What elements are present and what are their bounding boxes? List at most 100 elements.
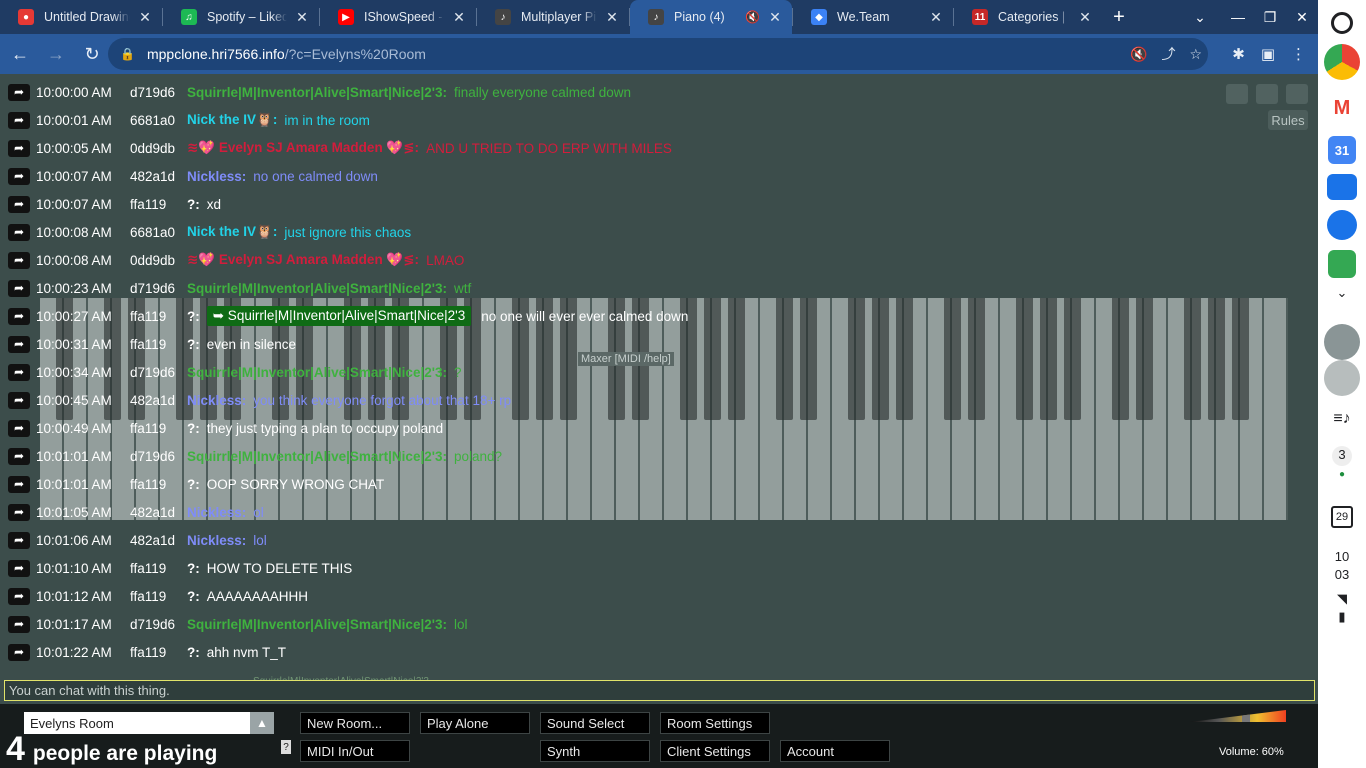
play-alone-button[interactable]: Play Alone [420,712,530,734]
user-name[interactable]: ?: [187,421,200,436]
reply-icon[interactable]: ➦ [8,223,30,241]
user-name[interactable]: ?: [187,197,200,212]
tab-close-icon[interactable]: ✕ [927,8,945,26]
back-button[interactable]: ← [4,38,36,70]
user-name[interactable]: Nickless: [187,505,246,520]
wifi-icon[interactable]: ◥ [1337,590,1347,608]
close-window-button[interactable]: ✕ [1286,0,1318,34]
reply-icon[interactable]: ➦ [8,643,30,661]
reply-icon[interactable]: ➦ [8,587,30,605]
reply-icon[interactable]: ➦ [8,363,30,381]
user-name[interactable]: ?: [187,589,200,604]
clock-hour[interactable]: 10 [1335,548,1349,566]
browser-tab[interactable]: 11 Categories | mpp ✕ [954,0,1102,34]
date-tile[interactable]: 29 [1331,506,1353,528]
reply-icon[interactable]: ➦ [8,279,30,297]
user-name[interactable]: Squirrle|M|Inventor|Alive|Smart|Nice|2'3… [187,617,447,632]
user-name[interactable]: Squirrle|M|Inventor|Alive|Smart|Nice|2'3… [187,281,447,296]
account-button[interactable]: Account [780,740,890,762]
user-name[interactable]: Nickless: [187,533,246,548]
menu-kebab-icon[interactable]: ⋮ [1291,45,1306,63]
reply-icon[interactable]: ➦ [8,139,30,157]
user-name[interactable]: ≋💖 Evelyn SJ Amara Madden 💖≶: [187,252,419,268]
tab-close-icon[interactable]: ✕ [136,8,154,26]
launcher-icon[interactable] [1331,12,1353,34]
reply-mention[interactable]: ➥ Squirrle|M|Inventor|Alive|Smart|Nice|2… [206,306,472,326]
tab-close-icon[interactable]: ✕ [1076,8,1094,26]
files-icon[interactable] [1327,174,1357,200]
muted-tab-icon[interactable]: 🔇 [745,10,760,24]
reply-icon[interactable]: ➦ [8,503,30,521]
volume-knob[interactable] [1242,710,1250,722]
tab-close-icon[interactable]: ✕ [293,8,311,26]
forward-button[interactable]: → [40,38,72,70]
address-bar[interactable]: 🔒 mppclone.hri7566.info/?c=Evelyns%20Roo… [108,38,1208,70]
reload-button[interactable]: ↻ [76,38,108,70]
volume-slider[interactable] [1190,710,1286,722]
notification-badge[interactable]: 3 [1332,446,1352,466]
browser-tab[interactable]: ♫ Spotify – Liked Songs ✕ [163,0,319,34]
sound-select-button[interactable]: Sound Select [540,712,650,734]
synth-button[interactable]: Synth [540,740,650,762]
user-name[interactable]: Nick the IV🦉: [187,224,277,240]
messages-icon[interactable] [1327,210,1357,240]
tab-search-icon[interactable]: ⌄ [1184,0,1216,34]
user-name[interactable]: Nickless: [187,169,246,184]
share-icon[interactable]: ⤴ [1161,44,1175,64]
bookmark-star-icon[interactable]: ☆ [1189,46,1202,63]
reply-icon[interactable]: ➦ [8,531,30,549]
tab-close-icon[interactable]: ✕ [450,8,468,26]
avatar[interactable] [1324,324,1360,360]
minimize-button[interactable]: — [1222,0,1254,34]
chevron-down-icon[interactable]: ⌄ [1337,284,1348,302]
reply-icon[interactable]: ➦ [8,251,30,269]
reply-icon[interactable]: ➦ [8,307,30,325]
browser-tab[interactable]: ♪ Multiplayer Piano ✕ [477,0,629,34]
playlist-icon[interactable]: ≡♪ [1333,410,1350,428]
reply-icon[interactable]: ➦ [8,111,30,129]
side-panel-icon[interactable]: ▣ [1261,45,1275,63]
client-settings-button[interactable]: Client Settings [660,740,770,762]
reply-icon[interactable]: ➦ [8,167,30,185]
calendar-icon[interactable]: 31 [1328,136,1356,164]
browser-tab[interactable]: ▶ IShowSpeed - Shorts ✕ [320,0,476,34]
user-name[interactable]: Squirrle|M|Inventor|Alive|Smart|Nice|2'3… [187,85,447,100]
help-icon[interactable]: ? [281,740,291,754]
midi-button[interactable]: MIDI In/Out [300,740,410,762]
browser-tab[interactable]: ● Untitled Drawing ✕ [0,0,162,34]
reply-icon[interactable]: ➦ [8,615,30,633]
new-room-button[interactable]: New Room... [300,712,410,734]
meet-icon[interactable] [1328,250,1356,278]
gmail-icon[interactable]: M [1324,90,1360,126]
extensions-icon[interactable]: ✱ [1232,45,1245,63]
reply-icon[interactable]: ➦ [8,419,30,437]
avatar-secondary[interactable] [1324,360,1360,396]
tab-close-icon[interactable]: ✕ [603,8,621,26]
reply-icon[interactable]: ➦ [8,447,30,465]
chat-input[interactable]: You can chat with this thing. [4,680,1315,701]
room-settings-button[interactable]: Room Settings [660,712,770,734]
user-name[interactable]: Nickless: [187,393,246,408]
reply-icon[interactable]: ➦ [8,83,30,101]
browser-tab[interactable]: ♪ Piano (4) 🔇 ✕ [630,0,792,34]
user-name[interactable]: ?: [187,337,200,352]
reply-icon[interactable]: ➦ [8,475,30,493]
user-name[interactable]: ?: [187,561,200,576]
maximize-button[interactable]: ❐ [1254,0,1286,34]
user-name[interactable]: ≋💖 Evelyn SJ Amara Madden 💖≶: [187,140,419,156]
reply-icon[interactable]: ➦ [8,391,30,409]
browser-tab[interactable]: ◆ We.Team ✕ [793,0,953,34]
user-name[interactable]: ?: [187,309,200,324]
battery-icon[interactable]: ▮ [1338,608,1345,626]
reply-icon[interactable]: ➦ [8,195,30,213]
reply-icon[interactable]: ➦ [8,335,30,353]
user-name[interactable]: Squirrle|M|Inventor|Alive|Smart|Nice|2'3… [187,449,447,464]
user-name[interactable]: Squirrle|M|Inventor|Alive|Smart|Nice|2'3… [187,365,447,380]
user-name[interactable]: ?: [187,645,200,660]
lock-icon[interactable]: 🔒 [120,47,135,61]
clock-minute[interactable]: 03 [1335,566,1349,584]
tab-close-icon[interactable]: ✕ [766,8,784,26]
chrome-icon[interactable] [1324,44,1360,80]
user-name[interactable]: ?: [187,477,200,492]
user-name[interactable]: Nick the IV🦉: [187,112,277,128]
